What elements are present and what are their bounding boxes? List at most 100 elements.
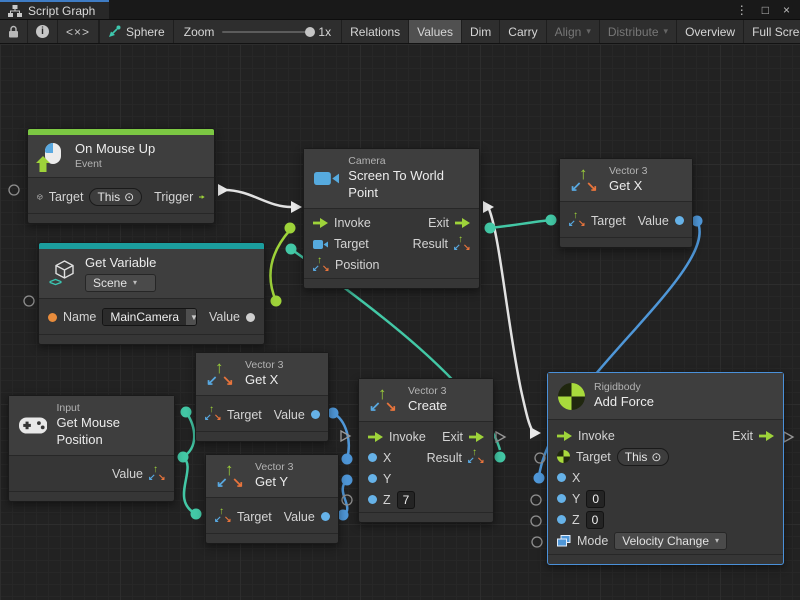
fullscreen-button[interactable]: Full Screen (744, 20, 800, 43)
node-header: Rigidbody Add Force (548, 373, 783, 420)
variable-icon: <> (49, 260, 76, 287)
name-label: Name (63, 310, 96, 324)
node-footer (28, 213, 214, 223)
force-mode-icon[interactable] (557, 535, 571, 547)
zoom-value: 1x (318, 25, 331, 39)
node-get-x-left[interactable]: ↑↙↘ Vector 3 Get X ↑↙↘ Target Value (195, 352, 329, 442)
node-get-y[interactable]: ↑↙↘ Vector 3 Get Y ↑↙↘ Target Value (205, 454, 339, 544)
node-category: Vector 3 (245, 359, 284, 372)
invoke-port[interactable] (313, 218, 328, 228)
chevron-down-icon: ▾ (586, 26, 591, 37)
y-value-field[interactable]: 0 (586, 490, 605, 508)
zoom-slider-handle[interactable] (305, 27, 315, 37)
inspect-button[interactable]: i (28, 20, 58, 43)
name-port[interactable] (48, 313, 57, 322)
z-value-field[interactable]: 7 (397, 491, 416, 509)
result-port[interactable]: ↑↙↘ (468, 450, 484, 465)
force-mode-dropdown[interactable]: Velocity Change ▾ (614, 532, 727, 550)
graph-pointer-button[interactable]: Sphere (100, 20, 174, 43)
relations-button[interactable]: Relations (342, 20, 409, 43)
value-port[interactable]: ↑↙↘ (149, 467, 165, 482)
mouse-up-icon (38, 143, 66, 170)
node-category: Vector 3 (609, 165, 648, 178)
node-category: Input (56, 402, 164, 415)
node-add-force[interactable]: Rigidbody Add Force Invoke Exit Target T… (547, 372, 784, 565)
target-object-picker[interactable]: This ⊙ (617, 448, 670, 466)
code-view-button[interactable]: <×> (58, 20, 99, 43)
node-footer (560, 237, 692, 247)
value-port[interactable] (311, 410, 320, 419)
y-label: Y (572, 492, 580, 506)
node-footer (196, 431, 328, 441)
camera-icon (314, 170, 339, 187)
node-vector3-create[interactable]: ↑↙↘ Vector 3 Create Invoke Exit X Result… (358, 378, 494, 523)
exit-port[interactable] (469, 432, 484, 442)
distribute-label: Distribute (608, 25, 659, 39)
result-port[interactable]: ↑↙↘ (454, 237, 470, 252)
z-port[interactable] (557, 515, 566, 524)
node-get-variable[interactable]: <> Get Variable Scene ▾ Name MainCamera … (38, 242, 265, 345)
x-port[interactable] (557, 473, 566, 482)
value-port[interactable] (321, 512, 330, 521)
node-title: Add Force (594, 394, 654, 411)
invoke-label: Invoke (389, 430, 426, 444)
value-label: Value (284, 510, 315, 524)
carry-label: Carry (508, 25, 537, 39)
node-category: Event (75, 158, 155, 171)
maximize-icon[interactable]: □ (762, 3, 769, 17)
value-label: Value (638, 214, 669, 228)
target-label: Target (591, 214, 626, 228)
target-port[interactable]: ↑↙↘ (215, 509, 231, 524)
node-screen-to-world-point[interactable]: Camera Screen To World Point Invoke Exit… (303, 148, 480, 289)
invoke-port[interactable] (557, 431, 572, 441)
target-port[interactable]: ↑↙↘ (205, 407, 221, 422)
y-port[interactable] (368, 474, 377, 483)
target-port[interactable]: ↑↙↘ (569, 213, 585, 228)
invoke-port[interactable] (368, 432, 383, 442)
tab-script-graph[interactable]: Script Graph (0, 0, 109, 19)
y-port[interactable] (557, 494, 566, 503)
target-object-picker[interactable]: This ⊙ (89, 188, 142, 206)
value-port[interactable] (675, 216, 684, 225)
trigger-port[interactable] (199, 192, 205, 202)
dim-button[interactable]: Dim (462, 20, 500, 43)
invoke-label: Invoke (578, 429, 615, 443)
zoom-slider[interactable] (222, 31, 310, 33)
node-footer (304, 278, 479, 288)
node-header: <> Get Variable Scene ▾ (39, 249, 264, 299)
close-icon[interactable]: × (783, 3, 790, 17)
value-label: Value (112, 467, 143, 481)
target-label: Target (576, 450, 611, 464)
graph-pointer-icon (108, 25, 121, 38)
variable-scope-dropdown[interactable]: Scene ▾ (85, 274, 156, 292)
x-port[interactable] (368, 453, 377, 462)
more-menu-icon[interactable]: ⋮ (736, 3, 748, 17)
rigidbody-port[interactable] (557, 450, 570, 463)
node-footer (359, 512, 493, 522)
node-footer (9, 491, 174, 501)
svg-text:<>: <> (49, 275, 62, 287)
variable-name-value: MainCamera (103, 309, 186, 325)
value-port[interactable] (246, 313, 255, 322)
node-category: Vector 3 (408, 385, 447, 398)
z-port[interactable] (368, 495, 377, 504)
target-value: This (97, 190, 120, 204)
node-get-x-right[interactable]: ↑↙↘ Vector 3 Get X ↑↙↘ Target Value (559, 158, 693, 248)
node-on-mouse-up[interactable]: On Mouse Up Event Target This ⊙ Trigger (27, 128, 215, 224)
values-button[interactable]: Values (409, 20, 462, 43)
position-port[interactable]: ↑↙↘ (313, 258, 329, 273)
relations-label: Relations (350, 25, 400, 39)
z-value-field[interactable]: 0 (586, 511, 605, 529)
window-controls: ⋮ □ × (736, 0, 800, 19)
pointer-target-label: Sphere (126, 25, 165, 39)
camera-port[interactable] (313, 240, 328, 249)
lock-button[interactable] (0, 20, 28, 43)
chevron-down-icon: ▾ (715, 536, 719, 545)
overview-button[interactable]: Overview (677, 20, 744, 43)
gameobject-cube-icon[interactable] (37, 189, 43, 205)
exit-port[interactable] (455, 218, 470, 228)
node-get-mouse-position[interactable]: Input Get Mouse Position Value ↑↙↘ (8, 395, 175, 502)
variable-name-dropdown[interactable]: MainCamera ▼ (102, 308, 197, 326)
exit-port[interactable] (759, 431, 774, 441)
carry-button[interactable]: Carry (500, 20, 546, 43)
